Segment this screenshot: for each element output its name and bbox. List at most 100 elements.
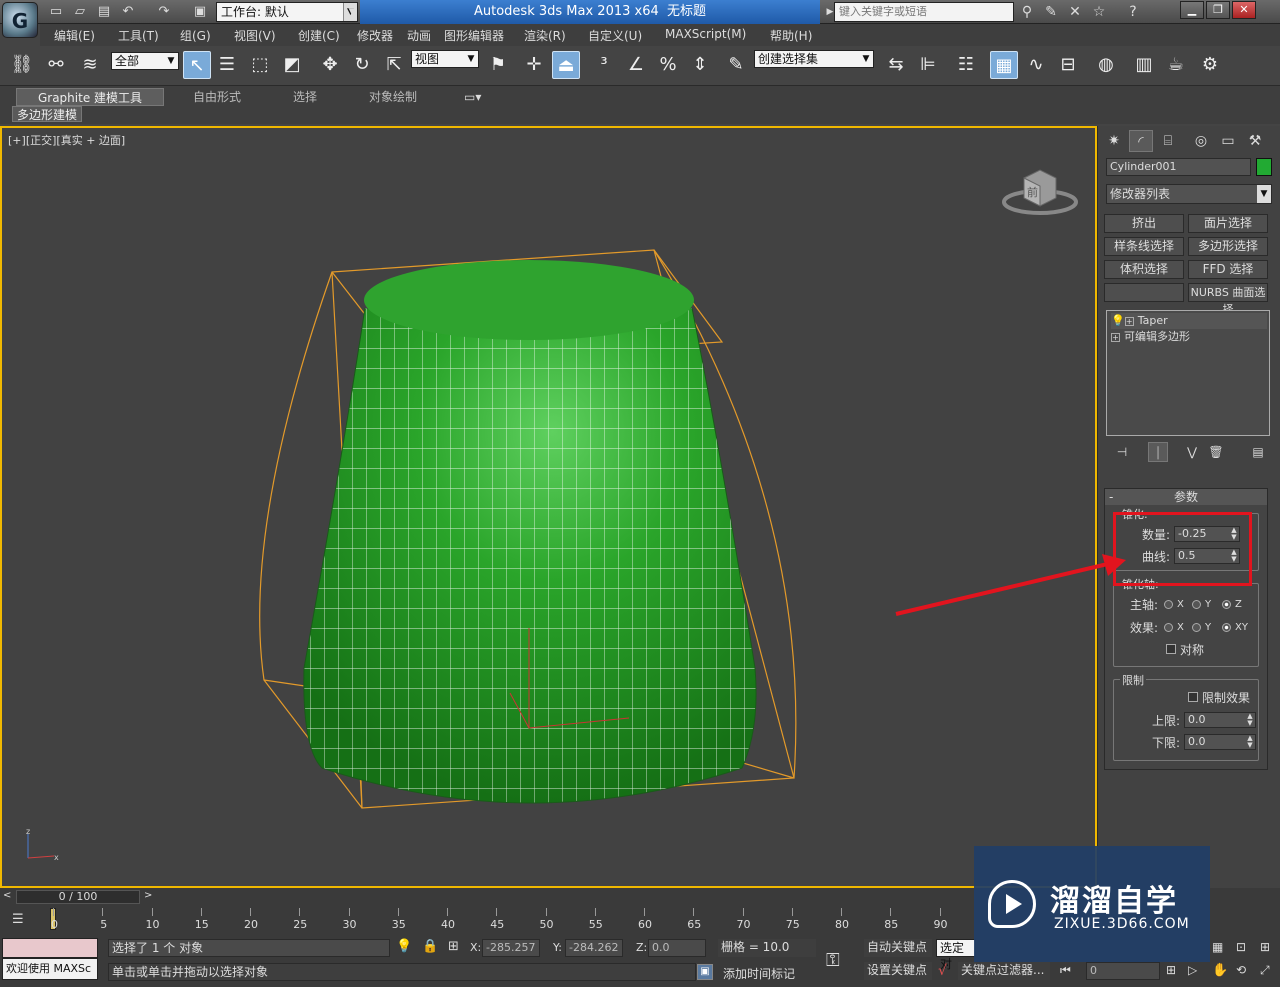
favorites-star-icon[interactable]: ☆ [1090, 3, 1108, 21]
spinner-arrows-icon[interactable]: ▲ ▼ [1245, 735, 1255, 749]
viewcube[interactable]: 前 [1000, 160, 1080, 216]
stack-item-taper[interactable]: 💡+ Taper [1111, 313, 1267, 329]
window-crossing-icon[interactable]: ◩ [278, 51, 306, 79]
binoculars-icon[interactable]: ⚲ [1018, 3, 1036, 21]
auto-key-button[interactable]: 自动关键点 [864, 939, 932, 957]
lower-limit-spinner[interactable]: 0.0 ▲ ▼ [1184, 734, 1256, 750]
primary-x-radio[interactable] [1164, 600, 1173, 609]
search-input[interactable]: 键入关键字或短语 [834, 2, 1014, 22]
restore-button[interactable]: ❐ [1206, 1, 1230, 19]
hierarchy-panel-icon[interactable]: ⌸ [1156, 130, 1180, 152]
unlink-icon[interactable]: ⚯ [42, 51, 70, 79]
menu-customize[interactable]: 自定义(U) [588, 27, 642, 44]
stack-item-editable-poly[interactable]: + 可编辑多边形 [1111, 329, 1267, 345]
spinner-snap-icon[interactable]: ⇕ [686, 51, 714, 79]
open-file-icon[interactable]: ▱ [72, 4, 88, 20]
maximize-viewport-icon[interactable]: ⤢ [1260, 963, 1270, 978]
select-by-name-icon[interactable]: ☰ [213, 51, 241, 79]
menu-graph-editors[interactable]: 图形编辑器 [444, 27, 504, 44]
menu-maxscript[interactable]: MAXScript(M) [665, 27, 746, 41]
graphite-toggle-icon[interactable]: ▦ [990, 51, 1018, 79]
minimize-button[interactable]: ▁ [1180, 1, 1204, 19]
add-time-tag-label[interactable]: 添加时间标记 [723, 965, 795, 982]
configure-sets-icon[interactable]: ▤ [1248, 442, 1268, 462]
slider-next-icon[interactable]: > [144, 890, 152, 901]
object-name-field[interactable]: Cylinder001 [1106, 158, 1251, 176]
menu-help[interactable]: 帮助(H) [770, 27, 812, 44]
time-config-icon[interactable]: ⊞ [1166, 963, 1176, 977]
close-button[interactable]: ✕ [1232, 1, 1256, 19]
lightbulb-icon[interactable]: 💡 [1111, 314, 1125, 327]
absolute-mode-icon[interactable]: ⊞ [448, 939, 459, 954]
new-file-icon[interactable]: ▭ [48, 4, 64, 20]
named-selection-dropdown[interactable]: 创建选择集 ▼ [754, 50, 874, 68]
render-setup-icon[interactable]: ▥ [1130, 51, 1158, 79]
chevron-down-icon[interactable]: ▼ [344, 4, 360, 20]
modify-panel-icon[interactable]: ◜ [1129, 130, 1153, 152]
align-icon[interactable]: ⊫ [914, 51, 942, 79]
selected-dropdown[interactable]: 选定对 [936, 939, 976, 971]
spinner-arrows-icon[interactable]: ▲ ▼ [1245, 713, 1255, 727]
percent-snap-icon[interactable]: % [654, 51, 682, 79]
current-frame-field[interactable]: 0 [1086, 962, 1160, 980]
bind-space-warp-icon[interactable]: ≋ [76, 51, 104, 79]
save-icon[interactable]: ▤ [96, 4, 112, 20]
isolate-selection-icon[interactable]: 💡 [396, 939, 412, 954]
zoom-region-icon[interactable]: ⊞ [1260, 940, 1270, 954]
field-of-view-icon[interactable]: ▷ [1188, 963, 1197, 977]
project-folder-icon[interactable]: ▣ [192, 4, 208, 20]
render-production-icon[interactable]: ⚙ [1196, 51, 1224, 79]
menu-rendering[interactable]: 渲染(R) [524, 27, 566, 44]
utilities-panel-icon[interactable]: ⚒ [1243, 130, 1267, 152]
show-end-result-icon[interactable]: ⏐ [1148, 442, 1168, 462]
slider-prev-icon[interactable]: < [3, 890, 11, 901]
subscription-icon[interactable]: ✎ [1042, 3, 1060, 21]
reference-coordinate-dropdown[interactable]: 视图 ▼ [411, 50, 479, 68]
lock-selection-icon[interactable]: 🔒 [422, 939, 438, 954]
zoom-extents-icon[interactable]: ▦ [1212, 940, 1223, 954]
patch-select-button[interactable]: 面片选择 [1188, 214, 1268, 233]
volume-select-button[interactable]: 体积选择 [1104, 260, 1184, 279]
menu-tools[interactable]: 工具(T) [118, 27, 159, 44]
menu-group[interactable]: 组(G) [180, 27, 211, 44]
tab-selection[interactable]: 选择 [293, 88, 317, 106]
key-filter-curve-icon[interactable]: √ [938, 963, 947, 979]
maxscript-mini-listener[interactable]: 欢迎使用 MAXSc [2, 958, 98, 980]
menu-modifiers[interactable]: 修改器 [357, 27, 393, 44]
rendered-frame-icon[interactable]: ☕ [1162, 51, 1190, 79]
move-icon[interactable]: ✥ [316, 51, 344, 79]
angle-snap-icon[interactable]: ∠ [622, 51, 650, 79]
y-coordinate-field[interactable]: -284.262 [565, 939, 623, 957]
ribbon-options-icon[interactable]: ▭▾ [464, 88, 481, 106]
zoom-extents-all-icon[interactable]: ⊡ [1236, 940, 1246, 954]
mirror-icon[interactable]: ⇆ [882, 51, 910, 79]
orbit-icon[interactable]: ⟲ [1236, 963, 1246, 977]
tab-graphite-modeling[interactable]: Graphite 建模工具 [16, 88, 164, 106]
modifier-list-dropdown[interactable]: 修改器列表 ▼ [1106, 184, 1272, 204]
effect-y-radio[interactable] [1192, 623, 1201, 632]
scale-icon[interactable]: ⇱ [380, 51, 408, 79]
expand-plus-icon[interactable]: + [1124, 316, 1134, 326]
x-coordinate-field[interactable]: -285.257 [482, 939, 540, 957]
primary-y-radio[interactable] [1192, 600, 1201, 609]
expand-plus-icon[interactable]: + [1111, 332, 1120, 342]
select-object-icon[interactable]: ↖ [183, 51, 211, 79]
limit-effect-checkbox[interactable] [1188, 692, 1198, 702]
layer-manager-icon[interactable]: ☷ [952, 51, 980, 79]
pan-view-icon[interactable]: ✋ [1212, 963, 1228, 978]
upper-limit-spinner[interactable]: 0.0 ▲ ▼ [1184, 712, 1256, 728]
display-panel-icon[interactable]: ▭ [1216, 130, 1240, 152]
app-logo-button[interactable]: G [2, 2, 38, 38]
rectangular-selection-icon[interactable]: ⬚ [246, 51, 274, 79]
viewport-front[interactable]: [+][正交][真实 + 边面] 前 z x [0, 126, 1097, 888]
select-manipulate-icon[interactable]: ✛ [520, 51, 548, 79]
object-color-swatch[interactable] [1256, 158, 1272, 176]
spline-select-button[interactable]: 样条线选择 [1104, 237, 1184, 256]
motion-panel-icon[interactable]: ◎ [1189, 130, 1213, 152]
curve-editor-icon[interactable]: ∿ [1022, 51, 1050, 79]
poly-select-button[interactable]: 多边形选择 [1188, 237, 1268, 256]
primary-z-radio[interactable] [1222, 600, 1231, 609]
menu-animation[interactable]: 动画 [407, 27, 431, 44]
collapse-icon[interactable]: - [1109, 489, 1113, 505]
undo-icon[interactable]: ↶ [120, 4, 136, 20]
